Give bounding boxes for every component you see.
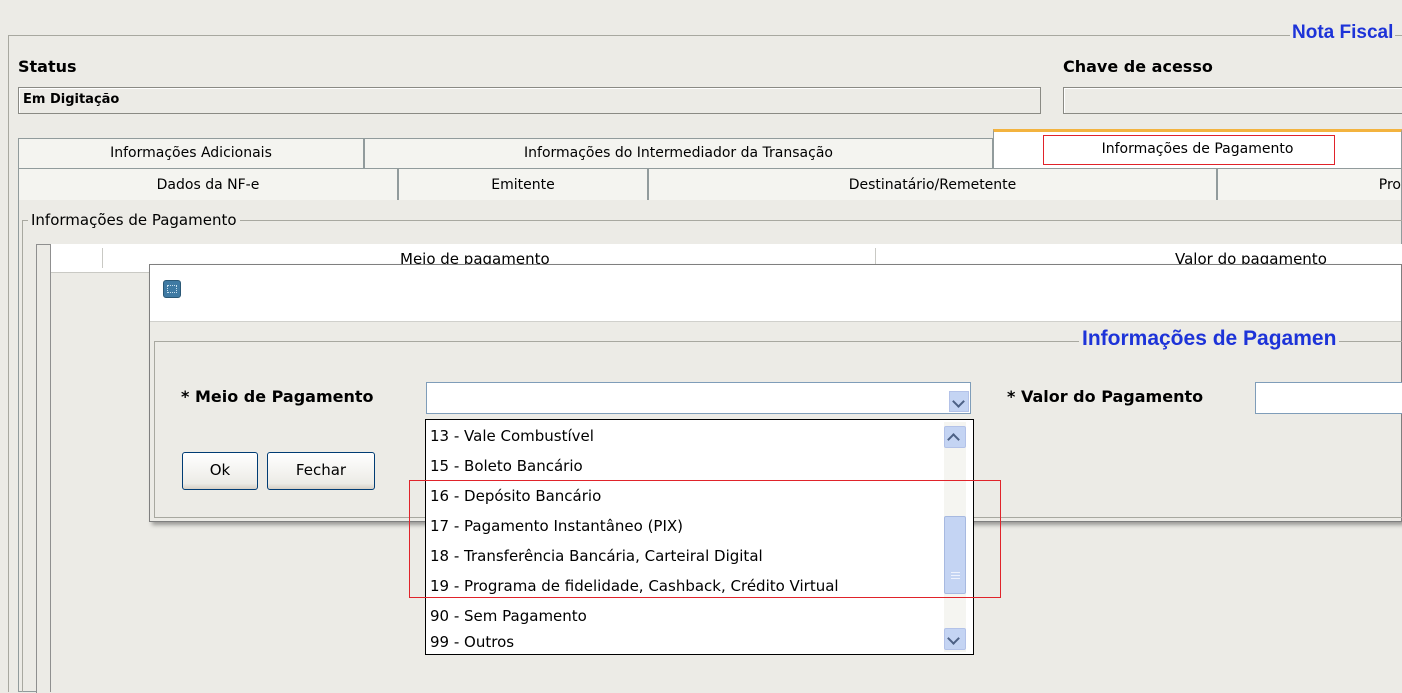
ok-button[interactable]: Ok bbox=[182, 452, 258, 490]
valor-pagamento-input[interactable] bbox=[1255, 382, 1402, 414]
payment-group-title: Informações de Pagamento bbox=[28, 209, 240, 231]
chave-acesso-field bbox=[1063, 87, 1402, 114]
meio-pagamento-label: * Meio de Pagamento bbox=[181, 387, 374, 406]
highlight-box-options bbox=[409, 480, 1001, 598]
highlight-box-tab bbox=[1043, 135, 1335, 165]
list-item[interactable]: 15 - Boleto Bancário bbox=[430, 451, 583, 481]
nfe-app-icon bbox=[163, 280, 181, 298]
tab-dados-nfe[interactable]: Dados da NF-e bbox=[18, 168, 398, 200]
scroll-down-button[interactable] bbox=[944, 628, 966, 650]
tab-emitente[interactable]: Emitente bbox=[398, 168, 648, 200]
chevron-up-icon bbox=[947, 433, 960, 446]
list-item[interactable]: 13 - Vale Combustível bbox=[430, 421, 594, 451]
chave-acesso-label: Chave de acesso bbox=[1063, 57, 1213, 76]
tab-produtos[interactable]: Pro bbox=[1217, 168, 1402, 200]
list-item[interactable]: 99 - Outros bbox=[430, 627, 514, 657]
dialog-titlebar bbox=[150, 265, 1401, 322]
status-field: Em Digitação bbox=[18, 87, 1041, 114]
dialog-section-title: Informações de Pagamen bbox=[1079, 328, 1340, 350]
tab-informacoes-adicionais[interactable]: Informações Adicionais bbox=[18, 138, 364, 168]
status-label: Status bbox=[18, 57, 77, 76]
tab-intermediador-transacao[interactable]: Informações do Intermediador da Transaçã… bbox=[364, 138, 993, 168]
nota-fiscal-title: Nota Fiscal bbox=[1290, 22, 1396, 44]
combo-dropdown-button[interactable] bbox=[949, 391, 969, 412]
meio-pagamento-combo[interactable] bbox=[426, 382, 971, 414]
chevron-down-icon bbox=[952, 395, 965, 408]
tab-destinatario-remetente[interactable]: Destinatário/Remetente bbox=[648, 168, 1217, 200]
fechar-button[interactable]: Fechar bbox=[267, 452, 375, 490]
chevron-down-icon bbox=[947, 632, 960, 645]
valor-pagamento-label: * Valor do Pagamento bbox=[1007, 387, 1204, 406]
scroll-up-button[interactable] bbox=[944, 426, 966, 448]
